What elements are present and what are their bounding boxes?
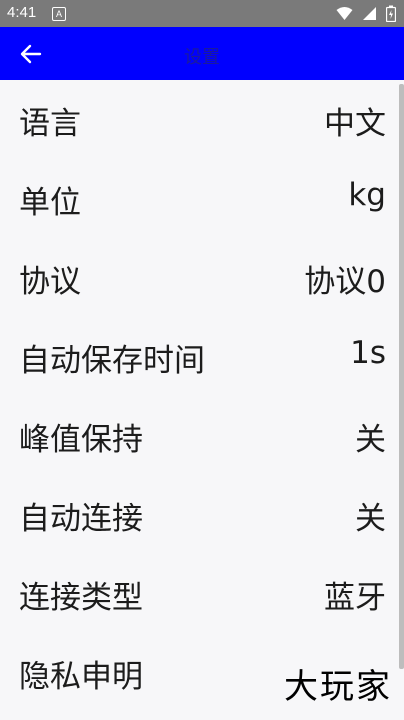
signal-icon xyxy=(362,7,376,20)
setting-value: kg xyxy=(348,177,386,213)
setting-row-protocol[interactable]: 协议 协议0 xyxy=(0,238,404,317)
setting-value: 1s xyxy=(350,335,386,371)
setting-row-unit[interactable]: 单位 kg xyxy=(0,159,404,238)
setting-label: 自动保存时间 xyxy=(19,343,205,379)
setting-label: 连接类型 xyxy=(19,580,143,616)
setting-label: 协议 xyxy=(19,264,81,300)
battery-icon xyxy=(386,5,396,22)
status-bar: 4:41 A xyxy=(0,0,404,27)
setting-row-language[interactable]: 语言 中文 xyxy=(0,80,404,159)
app-bar: 设置 xyxy=(0,27,404,80)
setting-label: 隐私申明 xyxy=(19,659,143,695)
setting-value: 蓝牙 xyxy=(324,580,386,616)
notification-icon: A xyxy=(52,7,66,21)
setting-value: 关 xyxy=(355,422,386,458)
settings-list: 语言 中文 单位 kg 协议 协议0 自动保存时间 1s 峰值保持 关 自动连接… xyxy=(0,80,404,712)
setting-value: 中文 xyxy=(324,106,386,142)
setting-label: 语言 xyxy=(19,106,81,142)
setting-value: 协议0 xyxy=(304,264,386,300)
status-icons xyxy=(332,5,396,22)
status-time: 4:41 xyxy=(7,4,37,21)
setting-row-connection-type[interactable]: 连接类型 蓝牙 xyxy=(0,554,404,633)
setting-row-auto-connect[interactable]: 自动连接 关 xyxy=(0,475,404,554)
scrollbar[interactable] xyxy=(399,84,404,669)
setting-row-autosave-time[interactable]: 自动保存时间 1s xyxy=(0,317,404,396)
setting-label: 峰值保持 xyxy=(19,422,143,458)
setting-label: 自动连接 xyxy=(19,501,143,537)
setting-row-peak-hold[interactable]: 峰值保持 关 xyxy=(0,396,404,475)
setting-label: 单位 xyxy=(19,185,81,221)
wifi-icon xyxy=(336,7,353,20)
page-title: 设置 xyxy=(184,47,220,68)
watermark-logo: 大玩家 xyxy=(284,667,392,707)
setting-value: 关 xyxy=(355,501,386,537)
